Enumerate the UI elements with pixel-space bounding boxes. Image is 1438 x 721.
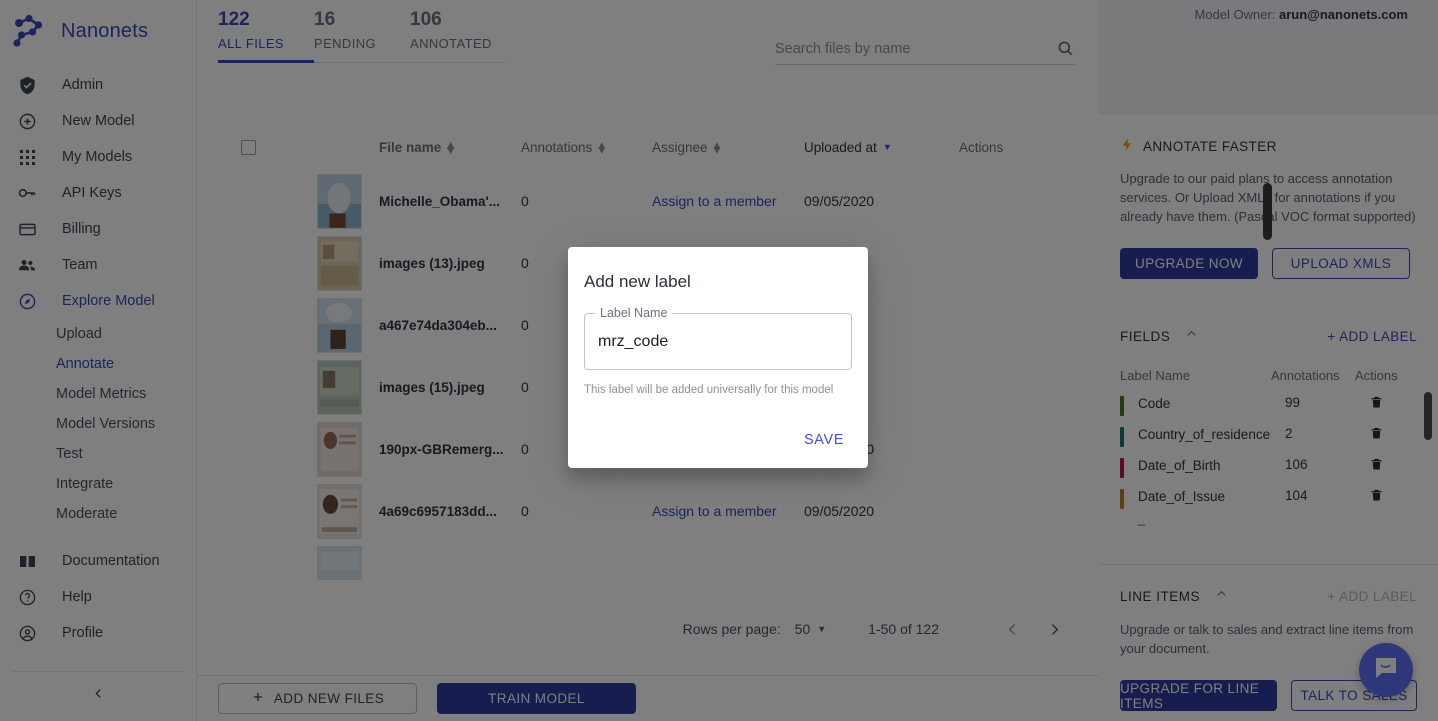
label-name-field[interactable]: Label Name [584,313,852,370]
dialog-hint: This label will be added universally for… [584,384,852,396]
label-name-field-label: Label Name [595,306,672,320]
add-new-label-dialog: Add new label Label Name This label will… [568,247,868,468]
nanonets-annotate-page: Nanonets Admin New Model [0,0,1438,721]
label-name-input[interactable] [598,333,838,351]
dialog-title: Add new label [584,272,852,292]
save-button[interactable]: SAVE [796,426,852,454]
